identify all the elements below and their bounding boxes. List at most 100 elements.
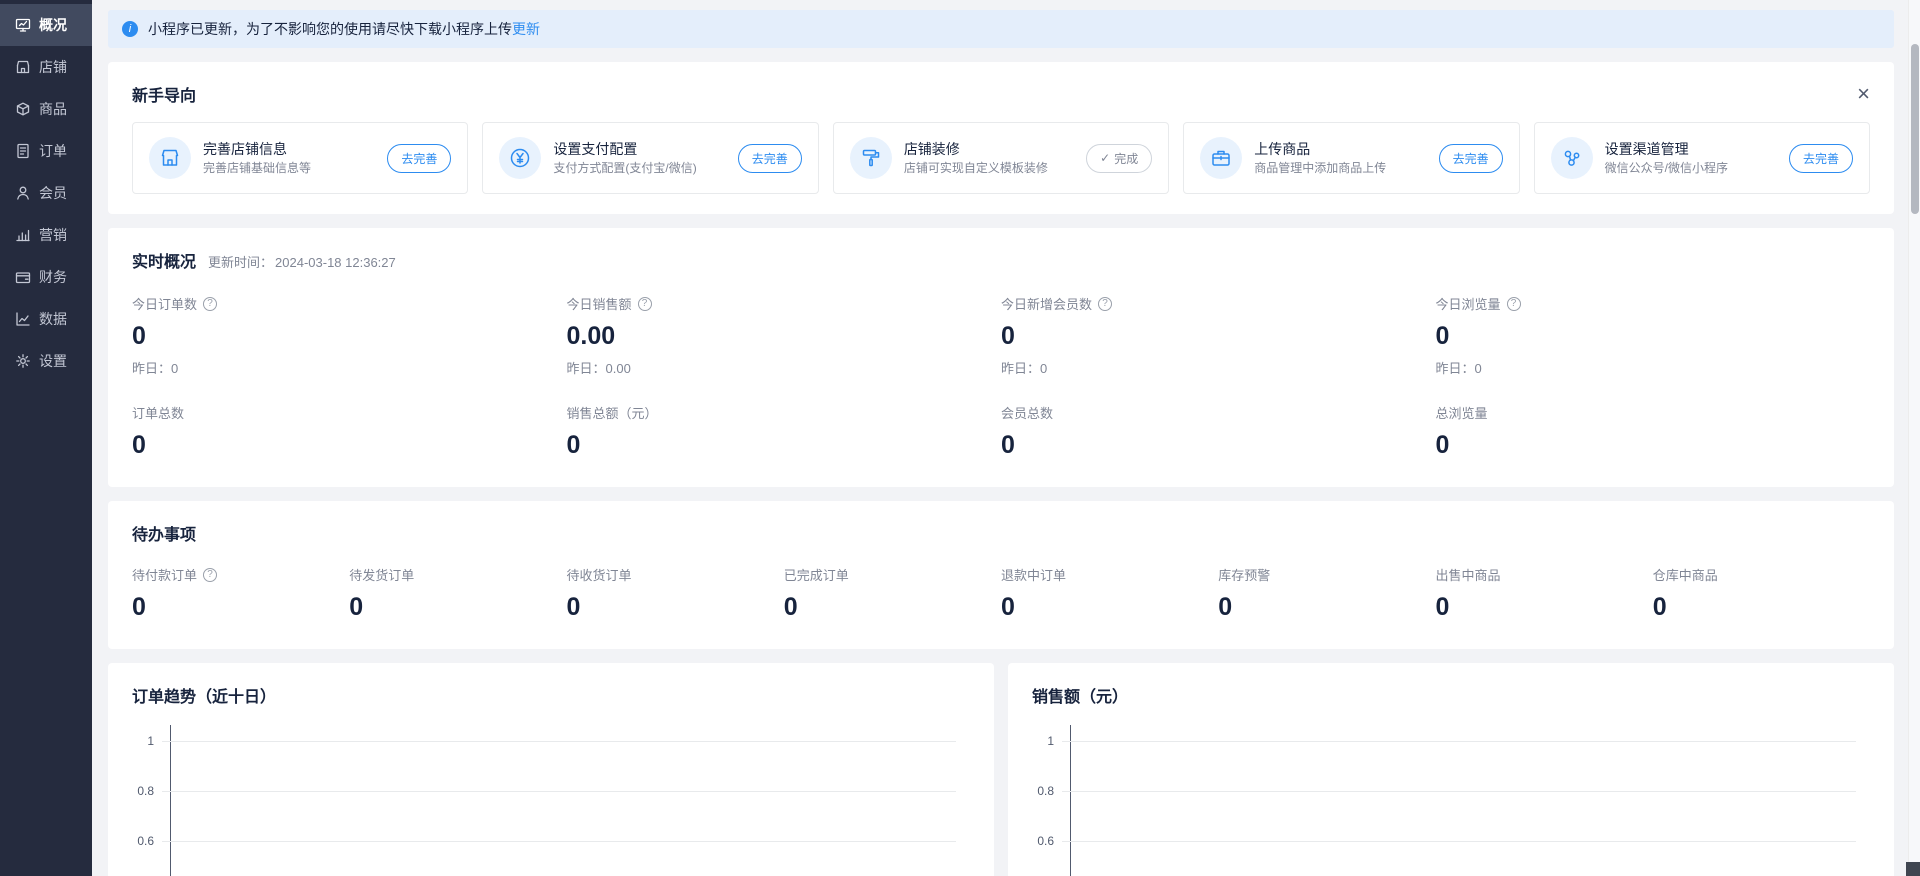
realtime-title: 实时概况 [132,248,196,272]
guide-item-title: 设置支付配置 [553,141,637,157]
stat-value: 0 [1436,322,1871,351]
stat-value: 0 [1001,322,1436,351]
todo-item-stock-warning[interactable]: 库存预警 0 [1218,565,1435,629]
help-icon[interactable]: ? [1507,297,1521,311]
y-tick-label: 0.8 [132,784,162,798]
stat-value: 0 [349,593,566,622]
stat-value: 0 [1653,593,1870,622]
stat-value: 0 [1436,593,1653,622]
sidebar-item-shop[interactable]: 店铺 [0,46,92,88]
realtime-card: 实时概况 更新时间：2024-03-18 12:36:27 今日订单数? 0 昨… [108,228,1894,487]
done-button[interactable]: ✓完成 [1086,144,1152,173]
scrollbar-thumb[interactable] [1911,44,1919,214]
notice-update-link[interactable]: 更新 [512,21,540,37]
guide-item-text: 完善店铺信息 完善店铺基础信息等 [203,139,375,177]
stat-label: 总浏览量 [1436,403,1488,422]
sidebar-item-overview[interactable]: 概况 [0,4,92,46]
todo-item-refunding[interactable]: 退款中订单 0 [1001,565,1218,629]
grid-line [1062,791,1856,792]
sidebar-item-goods[interactable]: 商品 [0,88,92,130]
guide-item-title: 设置渠道管理 [1605,141,1689,157]
overview-icon [15,17,31,33]
stat-sub: 昨日：0 [132,358,567,377]
notice-text: 小程序已更新，为了不影响您的使用请尽快下载小程序上传更新 [148,19,540,39]
order-trend-title: 订单趋势（近十日） [132,683,970,707]
guide-item-text: 设置支付配置 支付方式配置(支付宝/微信) [553,139,725,177]
stat-label: 已完成订单 [784,565,849,584]
guide-item-desc: 商品管理中添加商品上传 [1254,161,1386,175]
stat-value: 0 [1218,593,1435,622]
go-complete-button[interactable]: 去完善 [387,144,451,173]
stat-value: 0 [132,593,349,622]
guide-item-text: 店铺装修 店铺可实现自定义模板装修 [904,139,1074,177]
guide-item-text: 设置渠道管理 微信公众号/微信小程序 [1605,139,1777,177]
guide-item-desc: 支付方式配置(支付宝/微信) [553,161,696,175]
order-trend-card: 订单趋势（近十日） 1 0.8 0.6 0.4 [108,663,994,876]
sidebar-item-members[interactable]: 会员 [0,172,92,214]
grid-line [162,791,956,792]
stat-value: 0 [567,593,784,622]
help-icon[interactable]: ? [1098,297,1112,311]
stat-label: 今日新增会员数 [1001,294,1092,313]
help-icon[interactable]: ? [203,568,217,582]
sidebar-item-label: 会员 [39,183,67,203]
stat-value: 0 [1436,431,1871,460]
close-icon[interactable]: × [1857,83,1870,105]
go-complete-button[interactable]: 去完善 [1789,144,1853,173]
payment-icon [499,137,541,179]
stat-today-sales: 今日销售额? 0.00 昨日：0.00 [567,294,1002,377]
sidebar-item-marketing[interactable]: 营销 [0,214,92,256]
guide-item-title: 店铺装修 [904,141,960,157]
todo-card: 待办事项 待付款订单? 0 待发货订单 0 待收货订单 0 已完成订单 0 [108,501,1894,649]
sales-chart: 1 0.8 0.6 0.4 [1032,733,1870,876]
todo-item-in-warehouse[interactable]: 仓库中商品 0 [1653,565,1870,629]
stat-total-orders: 订单总数 0 [132,403,567,467]
grid-line [162,741,956,742]
stat-label: 待付款订单 [132,565,197,584]
goods-icon [15,101,31,117]
order-trend-chart: 1 0.8 0.6 0.4 [132,733,970,876]
y-tick: 0.8 [132,784,956,798]
sidebar-item-finance[interactable]: 财务 [0,256,92,298]
y-tick: 1 [1032,734,1856,748]
go-complete-button[interactable]: 去完善 [738,144,802,173]
total-stats: 订单总数 0 销售总额（元） 0 会员总数 0 总浏览量 0 [132,403,1870,467]
stat-total-sales: 销售总额（元） 0 [567,403,1002,467]
stat-sub: 昨日：0.00 [567,358,1002,377]
grid-line [1062,841,1856,842]
y-tick: 0.6 [1032,834,1856,848]
y-tick-label: 0.6 [132,834,162,848]
finance-icon [15,269,31,285]
stat-label: 今日订单数 [132,294,197,313]
todo-item-pending-payment[interactable]: 待付款订单? 0 [132,565,349,629]
info-icon: i [122,21,138,37]
stat-today-new-members: 今日新增会员数? 0 昨日：0 [1001,294,1436,377]
sidebar-item-orders[interactable]: 订单 [0,130,92,172]
stat-value: 0 [1001,431,1436,460]
y-tick-label: 0.6 [1032,834,1062,848]
go-complete-button[interactable]: 去完善 [1439,144,1503,173]
sidebar-item-settings[interactable]: 设置 [0,340,92,382]
stat-value: 0 [567,431,1002,460]
grid-line [162,841,956,842]
stat-label: 订单总数 [132,403,184,422]
todo-item-completed[interactable]: 已完成订单 0 [784,565,1001,629]
sidebar-item-label: 财务 [39,267,67,287]
todo-item-on-sale[interactable]: 出售中商品 0 [1436,565,1653,629]
member-icon [15,185,31,201]
stat-label: 仓库中商品 [1653,565,1718,584]
guide-title: 新手导向 [132,82,196,106]
todo-item-pending-receive[interactable]: 待收货订单 0 [567,565,784,629]
help-icon[interactable]: ? [638,297,652,311]
settings-gear-icon [15,353,31,369]
stat-label: 今日销售额 [567,294,632,313]
stat-label: 销售总额（元） [567,403,658,422]
scrollbar-track[interactable] [1908,0,1920,876]
guide-item-shop-info: 完善店铺信息 完善店铺基础信息等 去完善 [132,122,468,194]
todo-item-pending-ship[interactable]: 待发货订单 0 [349,565,566,629]
sidebar-item-data[interactable]: 数据 [0,298,92,340]
guide-item-desc: 店铺可实现自定义模板装修 [904,161,1048,175]
stat-label: 退款中订单 [1001,565,1066,584]
help-icon[interactable]: ? [203,297,217,311]
guide-item-desc: 微信公众号/微信小程序 [1605,161,1728,175]
